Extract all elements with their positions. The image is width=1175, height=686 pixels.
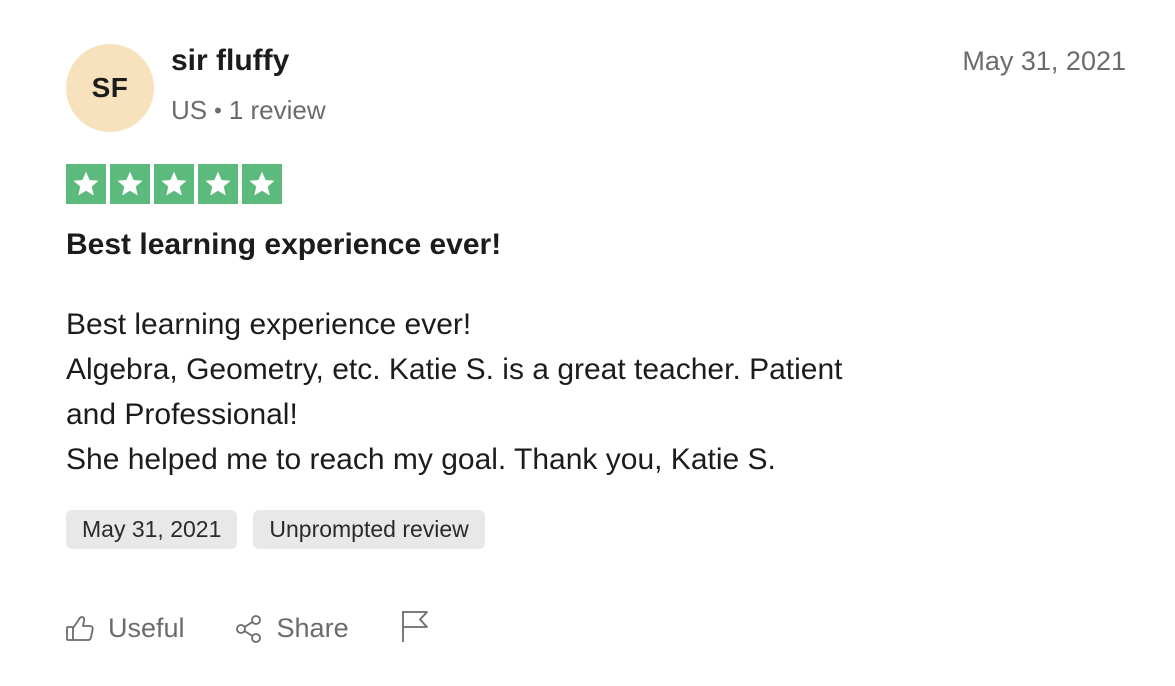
unprompted-review-tag[interactable]: Unprompted review bbox=[253, 510, 485, 549]
share-label: Share bbox=[276, 613, 349, 643]
star-rating bbox=[66, 164, 282, 204]
review-actions: Useful Share bbox=[64, 608, 431, 649]
reviewer-meta: US • 1 review bbox=[171, 95, 326, 126]
star-icon bbox=[242, 164, 282, 204]
review-body: Best learning experience ever! Algebra, … bbox=[66, 302, 946, 482]
review-body-line: Algebra, Geometry, etc. Katie S. is a gr… bbox=[66, 353, 843, 386]
review-date: May 31, 2021 bbox=[962, 46, 1126, 76]
reviewer-review-count: 1 review bbox=[228, 95, 326, 125]
avatar[interactable]: SF bbox=[66, 44, 154, 132]
review-body-line: She helped me to reach my goal. Thank yo… bbox=[66, 443, 776, 476]
star-icon bbox=[154, 164, 194, 204]
review-title[interactable]: Best learning experience ever! bbox=[66, 228, 501, 262]
meta-separator: • bbox=[214, 97, 222, 123]
review-card: SF sir fluffy US • 1 review May 31, 2021… bbox=[0, 0, 1175, 686]
report-button[interactable] bbox=[399, 608, 431, 649]
star-icon bbox=[66, 164, 106, 204]
useful-label: Useful bbox=[108, 613, 185, 643]
share-button[interactable]: Share bbox=[233, 613, 349, 645]
useful-button[interactable]: Useful bbox=[64, 613, 185, 645]
thumbs-up-icon bbox=[64, 613, 96, 645]
review-body-line: Best learning experience ever! bbox=[66, 308, 472, 341]
review-body-line: and Professional! bbox=[66, 398, 298, 431]
reviewer-country: US bbox=[171, 95, 208, 125]
review-tags: May 31, 2021 Unprompted review bbox=[66, 510, 485, 549]
star-icon bbox=[198, 164, 238, 204]
star-icon bbox=[110, 164, 150, 204]
flag-icon bbox=[399, 608, 431, 649]
avatar-initials: SF bbox=[91, 72, 129, 103]
share-icon bbox=[233, 613, 265, 645]
reviewer-name[interactable]: sir fluffy bbox=[171, 44, 289, 78]
date-tag: May 31, 2021 bbox=[66, 510, 238, 549]
